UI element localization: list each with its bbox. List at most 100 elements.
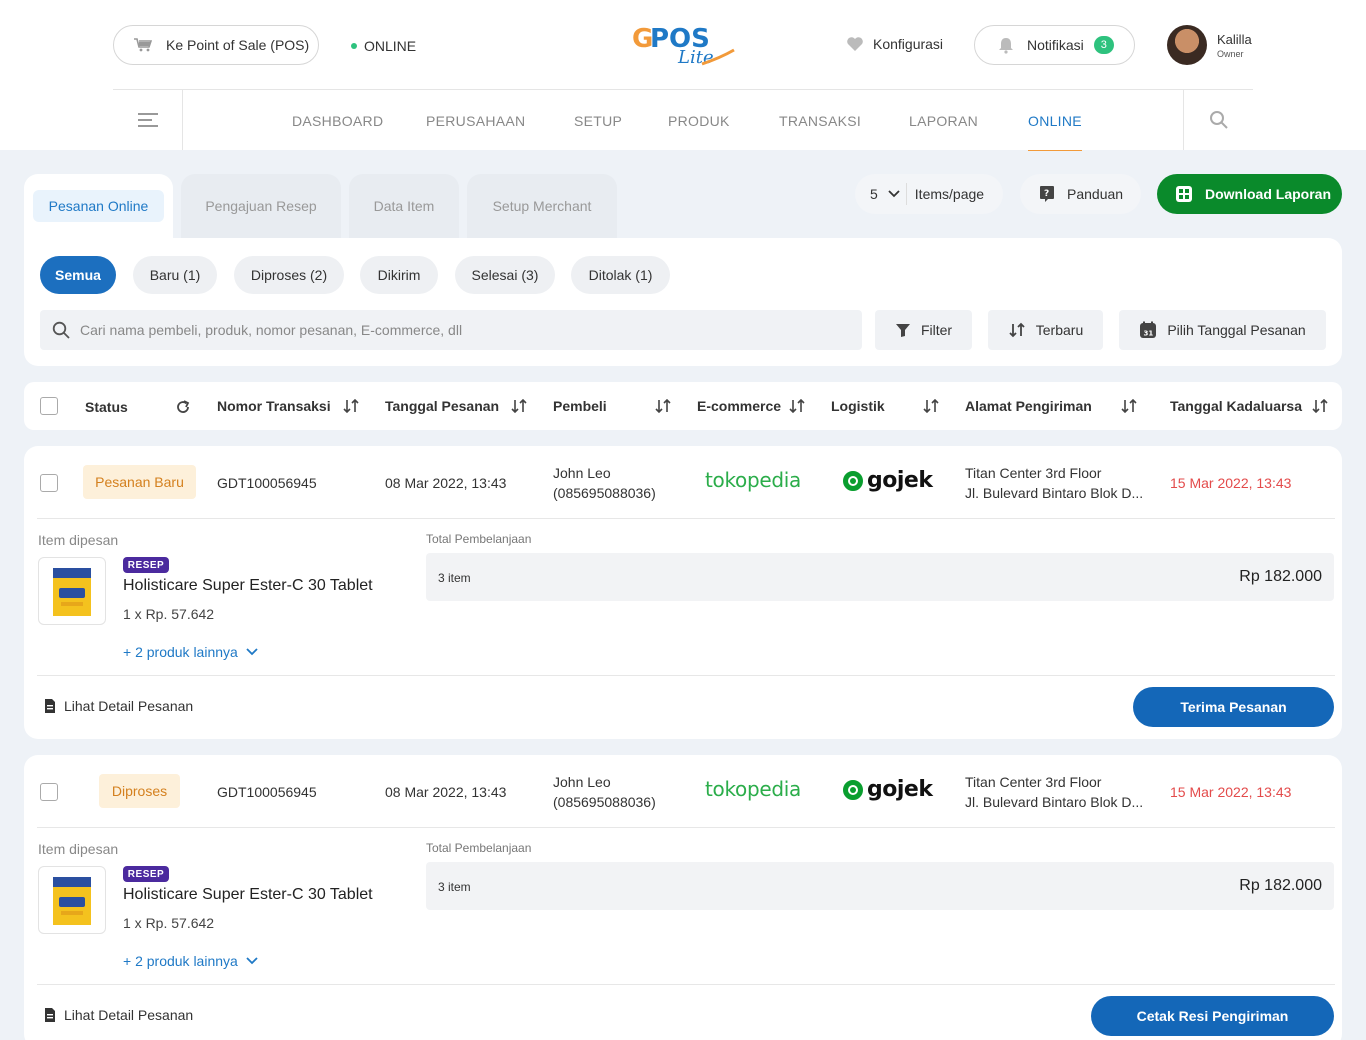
select-all-checkbox[interactable] [40, 397, 58, 415]
buyer-phone: (085695088036) [553, 485, 656, 501]
expiry-date: 15 Mar 2022, 13:43 [1170, 784, 1292, 800]
header-tanggal-pesanan: Tanggal Pesanan [385, 398, 500, 414]
top-header: Ke Point of Sale (POS) ONLINE G POS Lite… [0, 0, 1366, 151]
date-picker-button[interactable]: 31 Pilih Tanggal Pesanan [1119, 310, 1326, 350]
chip-ditolak[interactable]: Ditolak (1) [571, 256, 670, 294]
view-order-detail-link[interactable]: Lihat Detail Pesanan [44, 698, 193, 714]
sort-icon[interactable] [343, 399, 359, 413]
more-products-label: + 2 produk lainnya [123, 644, 238, 660]
tab-pengajuan-resep[interactable]: Pengajuan Resep [181, 174, 341, 238]
svg-text:31: 31 [1144, 330, 1154, 338]
divider [37, 984, 1335, 985]
sort-icon[interactable] [789, 399, 805, 413]
sort-icon[interactable] [1312, 399, 1328, 413]
gojek-ring-icon [843, 470, 863, 491]
sort-icon[interactable] [655, 399, 671, 413]
item-count: 3 item [438, 571, 471, 585]
order-checkbox[interactable] [40, 474, 58, 492]
pos-button[interactable]: Ke Point of Sale (POS) [113, 25, 319, 65]
cart-icon [134, 38, 152, 52]
tab-setup-merchant-label: Setup Merchant [492, 198, 592, 214]
chip-semua[interactable]: Semua [40, 256, 116, 294]
sort-icon[interactable] [923, 399, 939, 413]
search-icon [1209, 111, 1228, 129]
config-link[interactable]: Konfigurasi [846, 36, 943, 52]
sort-icon[interactable] [1121, 399, 1137, 413]
address-line-1: Titan Center 3rd Floor [965, 774, 1102, 790]
items-per-page-label: Items/page [914, 186, 985, 202]
sort-button[interactable]: Terbaru [988, 310, 1103, 350]
header-ecommerce: E-commerce [697, 398, 782, 414]
tab-pengajuan-resep-label: Pengajuan Resep [205, 198, 317, 214]
more-products-toggle[interactable]: + 2 produk lainnya [123, 644, 258, 660]
order-card: Pesanan Baru GDT100056945 08 Mar 2022, 1… [24, 446, 1342, 739]
order-number[interactable]: GDT100056945 [217, 473, 317, 493]
online-status-label: ONLINE [364, 38, 417, 54]
chip-dikirim[interactable]: Dikirim [360, 256, 438, 294]
nav-item-transaksi[interactable]: TRANSAKSI [779, 90, 861, 151]
divider [37, 518, 1335, 519]
download-report-button[interactable]: Download Laporan [1157, 174, 1342, 214]
refresh-icon[interactable] [175, 399, 191, 415]
notification-button[interactable]: Notifikasi 3 [974, 25, 1135, 65]
nav-item-online[interactable]: ONLINE [1028, 90, 1082, 151]
date-picker-label: Pilih Tanggal Pesanan [1167, 322, 1306, 338]
chevron-down-icon [888, 190, 900, 198]
items-per-page-select[interactable]: 5 Items/page [855, 174, 1003, 214]
view-order-detail-link[interactable]: Lihat Detail Pesanan [44, 1007, 193, 1023]
table-header: Status Nomor Transaksi Tanggal Pesanan P… [24, 382, 1342, 430]
items-label: Item dipesan [38, 841, 119, 857]
sort-icon [1009, 322, 1025, 338]
product-thumbnail[interactable] [38, 557, 106, 625]
bell-icon [999, 38, 1013, 54]
online-status: ONLINE [351, 38, 416, 54]
tab-data-item-label: Data Item [373, 198, 435, 214]
download-report-label: Download Laporan [1205, 186, 1331, 202]
gojek-ring-icon [843, 779, 863, 800]
sort-icon[interactable] [511, 399, 527, 413]
search-icon [52, 321, 70, 339]
tab-setup-merchant[interactable]: Setup Merchant [467, 174, 617, 238]
gojek-logo-text: gojek [867, 468, 933, 493]
total-box: 3 item Rp 182.000 [426, 862, 1334, 910]
order-number[interactable]: GDT100056945 [217, 782, 317, 802]
search-placeholder: Cari nama pembeli, produk, nomor pesanan… [80, 322, 463, 338]
more-products-toggle[interactable]: + 2 produk lainnya [123, 953, 258, 969]
product-thumbnail[interactable] [38, 866, 106, 934]
tab-pesanan-online[interactable]: Pesanan Online [24, 174, 173, 238]
order-checkbox[interactable] [40, 783, 58, 801]
nav-item-setup[interactable]: SETUP [574, 90, 622, 151]
nav-item-laporan[interactable]: LAPORAN [909, 90, 978, 151]
gpos-logo[interactable]: G POS Lite [630, 20, 740, 70]
document-icon [45, 1008, 55, 1022]
filter-label: Filter [920, 322, 953, 338]
header-status: Status [85, 399, 128, 415]
resep-badge: RESEP [123, 866, 169, 882]
nav-item-perusahaan[interactable]: PERUSAHAAN [426, 90, 525, 151]
chip-selesai[interactable]: Selesai (3) [455, 256, 555, 294]
avatar [1167, 25, 1207, 65]
chevron-down-icon [246, 957, 258, 965]
nav-item-dashboard[interactable]: DASHBOARD [292, 90, 383, 151]
print-shipping-receipt-button[interactable]: Cetak Resi Pengiriman [1091, 996, 1334, 1036]
divider [37, 827, 1335, 828]
menu-button[interactable] [113, 90, 183, 150]
chip-baru[interactable]: Baru (1) [133, 256, 217, 294]
items-label: Item dipesan [38, 532, 119, 548]
address-line-2: Jl. Bulevard Bintaro Blok D... [965, 485, 1144, 501]
product-name: Holisticare Super Ester-C 30 Tablet [123, 577, 373, 594]
chip-diproses[interactable]: Diproses (2) [234, 256, 344, 294]
accept-order-button[interactable]: Terima Pesanan [1133, 687, 1334, 727]
header-logistik: Logistik [831, 398, 885, 414]
header-tanggal-kadaluarsa: Tanggal Kadaluarsa [1170, 398, 1303, 414]
tab-data-item[interactable]: Data Item [349, 174, 459, 238]
user-menu[interactable]: Kalilla Owner [1167, 25, 1252, 65]
search-input[interactable]: Cari nama pembeli, produk, nomor pesanan… [40, 310, 862, 350]
header-nomor-transaksi: Nomor Transaksi [217, 398, 331, 414]
funnel-icon [895, 324, 910, 337]
nav-item-produk[interactable]: PRODUK [668, 90, 730, 151]
main-nav: DASHBOARD PERUSAHAAN SETUP PRODUK TRANSA… [113, 89, 1253, 151]
nav-search-button[interactable] [1183, 90, 1253, 150]
filter-button[interactable]: Filter [875, 310, 972, 350]
guide-button[interactable]: ? Panduan [1020, 174, 1141, 214]
